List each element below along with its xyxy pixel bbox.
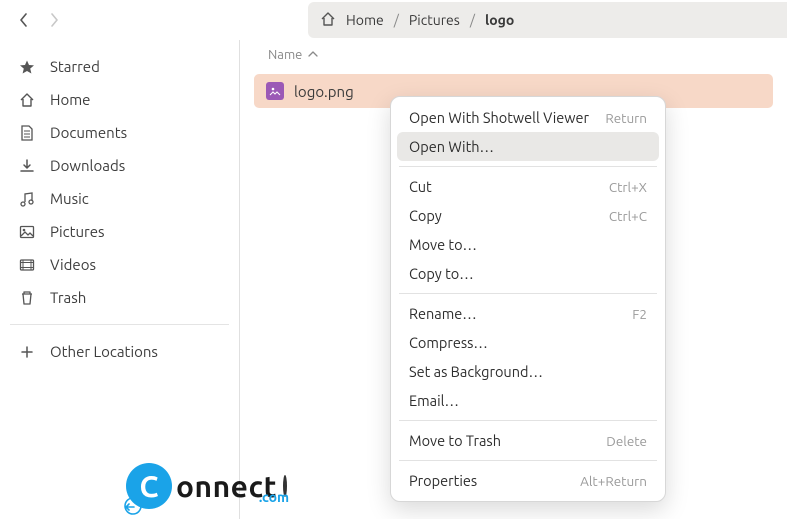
path-separator: / bbox=[470, 12, 475, 28]
sidebar-item-label: Documents bbox=[50, 124, 127, 141]
menu-separator bbox=[399, 293, 657, 294]
context-menu: Open With Shotwell Viewer Return Open Wi… bbox=[390, 96, 666, 502]
menu-cut[interactable]: Cut Ctrl+X bbox=[397, 172, 659, 201]
sidebar-item-documents[interactable]: Documents bbox=[6, 116, 233, 149]
path-seg-home[interactable]: Home bbox=[346, 12, 384, 28]
sidebar-item-label: Starred bbox=[50, 58, 100, 75]
menu-email[interactable]: Email… bbox=[397, 386, 659, 415]
nav-buttons bbox=[0, 0, 78, 40]
menu-accel: F2 bbox=[632, 306, 647, 322]
back-button[interactable] bbox=[14, 10, 34, 30]
menu-accel: Alt+Return bbox=[580, 473, 647, 489]
exit-icon bbox=[124, 497, 142, 515]
sidebar-item-trash[interactable]: Trash bbox=[6, 281, 233, 314]
col-name[interactable]: Name bbox=[268, 48, 302, 62]
menu-accel: Return bbox=[605, 110, 647, 126]
sidebar-separator bbox=[10, 324, 229, 325]
content-pane: Name logo.png Open With Shotwell Viewer … bbox=[240, 40, 787, 519]
chevron-right-icon bbox=[49, 13, 59, 27]
trash-icon bbox=[18, 290, 36, 306]
menu-move-trash[interactable]: Move to Trash Delete bbox=[397, 426, 659, 455]
menu-separator bbox=[399, 460, 657, 461]
sidebar-item-label: Music bbox=[50, 190, 89, 207]
sidebar: Starred Home Documents Downloads Music bbox=[0, 40, 240, 519]
menu-open-with[interactable]: Open With… bbox=[397, 132, 659, 161]
plus-icon bbox=[18, 344, 36, 360]
music-icon bbox=[18, 191, 36, 207]
menu-label: Email… bbox=[409, 392, 459, 409]
menu-properties[interactable]: Properties Alt+Return bbox=[397, 466, 659, 495]
sidebar-item-label: Pictures bbox=[50, 223, 105, 240]
sidebar-item-home[interactable]: Home bbox=[6, 83, 233, 116]
sidebar-item-label: Videos bbox=[50, 256, 96, 273]
menu-label: Move to… bbox=[409, 236, 477, 253]
pathbar[interactable]: Home / Pictures / logo bbox=[308, 2, 787, 38]
toolbar: Home / Pictures / logo bbox=[0, 0, 787, 40]
sidebar-item-starred[interactable]: Starred bbox=[6, 50, 233, 83]
menu-copy[interactable]: Copy Ctrl+C bbox=[397, 201, 659, 230]
watermark-logo: C onnect .com bbox=[126, 463, 287, 509]
home-icon bbox=[18, 92, 36, 108]
menu-label: Rename… bbox=[409, 305, 477, 322]
sidebar-item-music[interactable]: Music bbox=[6, 182, 233, 215]
menu-move-to[interactable]: Move to… bbox=[397, 230, 659, 259]
sidebar-item-label: Other Locations bbox=[50, 343, 158, 360]
chevron-left-icon bbox=[19, 13, 29, 27]
file-name: logo.png bbox=[294, 83, 354, 100]
video-icon bbox=[18, 257, 36, 273]
path-separator: / bbox=[394, 12, 399, 28]
menu-label: Compress… bbox=[409, 334, 488, 351]
download-icon bbox=[18, 158, 36, 174]
menu-compress[interactable]: Compress… bbox=[397, 328, 659, 357]
home-icon bbox=[320, 11, 336, 30]
path-seg-pictures[interactable]: Pictures bbox=[409, 12, 460, 28]
picture-icon bbox=[18, 224, 36, 240]
path-seg-current[interactable]: logo bbox=[485, 12, 514, 28]
document-icon bbox=[18, 125, 36, 141]
column-headers[interactable]: Name bbox=[240, 40, 787, 70]
sidebar-item-downloads[interactable]: Downloads bbox=[6, 149, 233, 182]
menu-label: Open With Shotwell Viewer bbox=[409, 109, 589, 126]
forward-button[interactable] bbox=[44, 10, 64, 30]
star-icon bbox=[18, 59, 36, 75]
menu-label: Set as Background… bbox=[409, 363, 543, 380]
menu-set-background[interactable]: Set as Background… bbox=[397, 357, 659, 386]
menu-label: Copy bbox=[409, 207, 442, 224]
main-split: Starred Home Documents Downloads Music bbox=[0, 40, 787, 519]
menu-separator bbox=[399, 420, 657, 421]
menu-label: Move to Trash bbox=[409, 432, 501, 449]
sidebar-item-other-locations[interactable]: Other Locations bbox=[6, 335, 233, 368]
menu-rename[interactable]: Rename… F2 bbox=[397, 299, 659, 328]
sort-asc-icon bbox=[308, 48, 318, 62]
menu-open-default[interactable]: Open With Shotwell Viewer Return bbox=[397, 103, 659, 132]
menu-label: Copy to… bbox=[409, 265, 474, 282]
sidebar-item-pictures[interactable]: Pictures bbox=[6, 215, 233, 248]
menu-separator bbox=[399, 166, 657, 167]
menu-copy-to[interactable]: Copy to… bbox=[397, 259, 659, 288]
menu-label: Cut bbox=[409, 178, 432, 195]
menu-accel: Delete bbox=[606, 433, 647, 449]
menu-label: Open With… bbox=[409, 138, 494, 155]
sidebar-item-label: Trash bbox=[50, 289, 86, 306]
watermark-domain: .com bbox=[259, 489, 289, 505]
menu-accel: Ctrl+X bbox=[609, 179, 647, 195]
menu-accel: Ctrl+C bbox=[609, 208, 647, 224]
sidebar-item-videos[interactable]: Videos bbox=[6, 248, 233, 281]
sidebar-item-label: Downloads bbox=[50, 157, 125, 174]
sidebar-item-label: Home bbox=[50, 91, 90, 108]
menu-label: Properties bbox=[409, 472, 477, 489]
image-file-icon bbox=[266, 82, 284, 100]
